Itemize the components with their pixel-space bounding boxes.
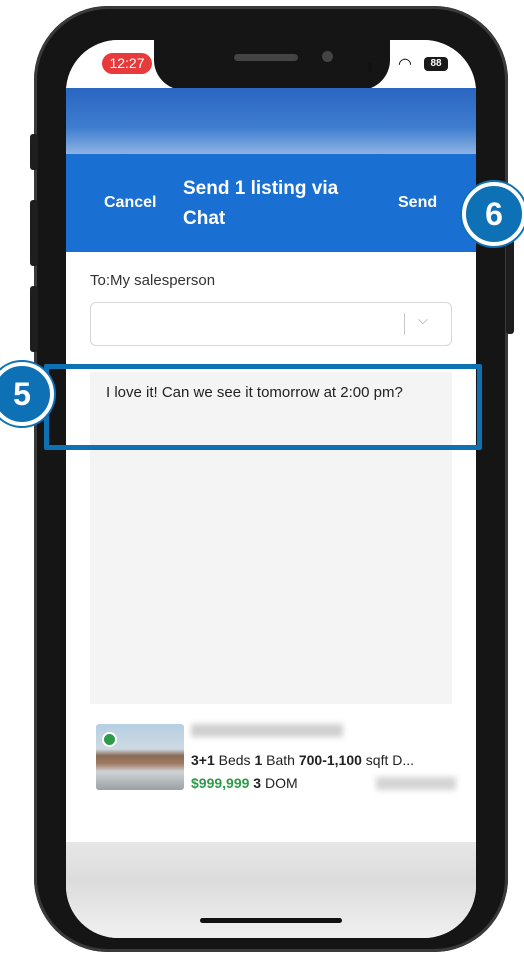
home-indicator[interactable] [200,918,342,923]
modal-title: Send 1 listing via Chat [183,178,339,229]
listing-extra: D... [392,752,415,768]
speaker-grille [234,54,298,61]
signal-icon [368,63,372,72]
select-divider [404,313,405,335]
cancel-button[interactable]: Cancel [104,194,156,212]
step-5-highlight-box [44,364,482,450]
listing-address-blurred [191,724,343,737]
chevron-down-icon[interactable]: ⌵ [418,312,428,328]
side-button-volume-down [30,286,38,352]
phone-screen: 12:27 ◠ 88 Cancel Send 1 listing via Cha… [66,40,476,938]
beds-label: Beds [218,752,251,768]
sqft-label: sqft [365,752,389,768]
bath-label: Bath [266,752,295,768]
send-button[interactable]: Send [398,194,437,212]
listing-stats: 3+1 Beds 1 Bath 700-1,100 sqft D... [191,752,414,768]
beds-value: 3+1 [191,752,215,768]
recipient-label: To:My salesperson [90,272,216,289]
wifi-icon: ◠ [398,56,412,73]
bath-value: 1 [254,752,263,768]
status-time: 12:27 [102,53,152,74]
background-app-content [66,842,476,938]
notch [154,40,390,90]
listing-thumbnail [96,724,184,790]
listing-price-row: $999,999 3 DOM [191,775,298,791]
step-6-badge: 6 [462,182,524,246]
listing-agent-blurred [376,777,456,790]
dom-label: DOM [264,775,298,791]
dom-value: 3 [253,775,262,791]
status-bar: 12:27 ◠ 88 [66,40,476,90]
side-button-mute [30,134,38,170]
listing-price: $999,999 [191,775,250,791]
front-camera [322,51,333,62]
side-button-volume-up [30,200,38,266]
share-listing-modal: Cancel Send 1 listing via Chat Send To:M… [66,154,476,842]
background-app-header [66,88,476,160]
recipient-select[interactable]: ⌵ [90,302,452,346]
sqft-value: 700-1,100 [298,752,362,768]
modal-header: Cancel Send 1 listing via Chat Send [66,154,476,252]
battery-icon: 88 [424,57,448,71]
listing-status-dot [102,732,117,747]
